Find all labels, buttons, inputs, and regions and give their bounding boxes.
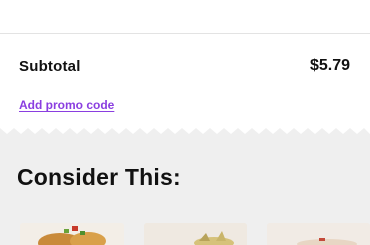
zigzag-edge xyxy=(0,128,370,140)
suggested-item-card[interactable] xyxy=(267,223,370,245)
food-item-photo xyxy=(267,223,370,245)
food-item-photo xyxy=(20,223,124,245)
subtotal-row: Subtotal $5.79 xyxy=(19,55,350,77)
food-item-photo xyxy=(144,223,247,245)
suggested-item-card[interactable] xyxy=(20,223,124,245)
subtotal-label: Subtotal xyxy=(19,57,81,75)
consider-this-title: Consider This: xyxy=(17,164,181,190)
suggested-item-card[interactable] xyxy=(144,223,247,245)
consider-this-section: Consider This: xyxy=(0,128,370,245)
add-promo-code-link[interactable]: Add promo code xyxy=(19,98,114,112)
top-divider xyxy=(0,33,370,34)
subtotal-value: $5.79 xyxy=(309,57,350,74)
